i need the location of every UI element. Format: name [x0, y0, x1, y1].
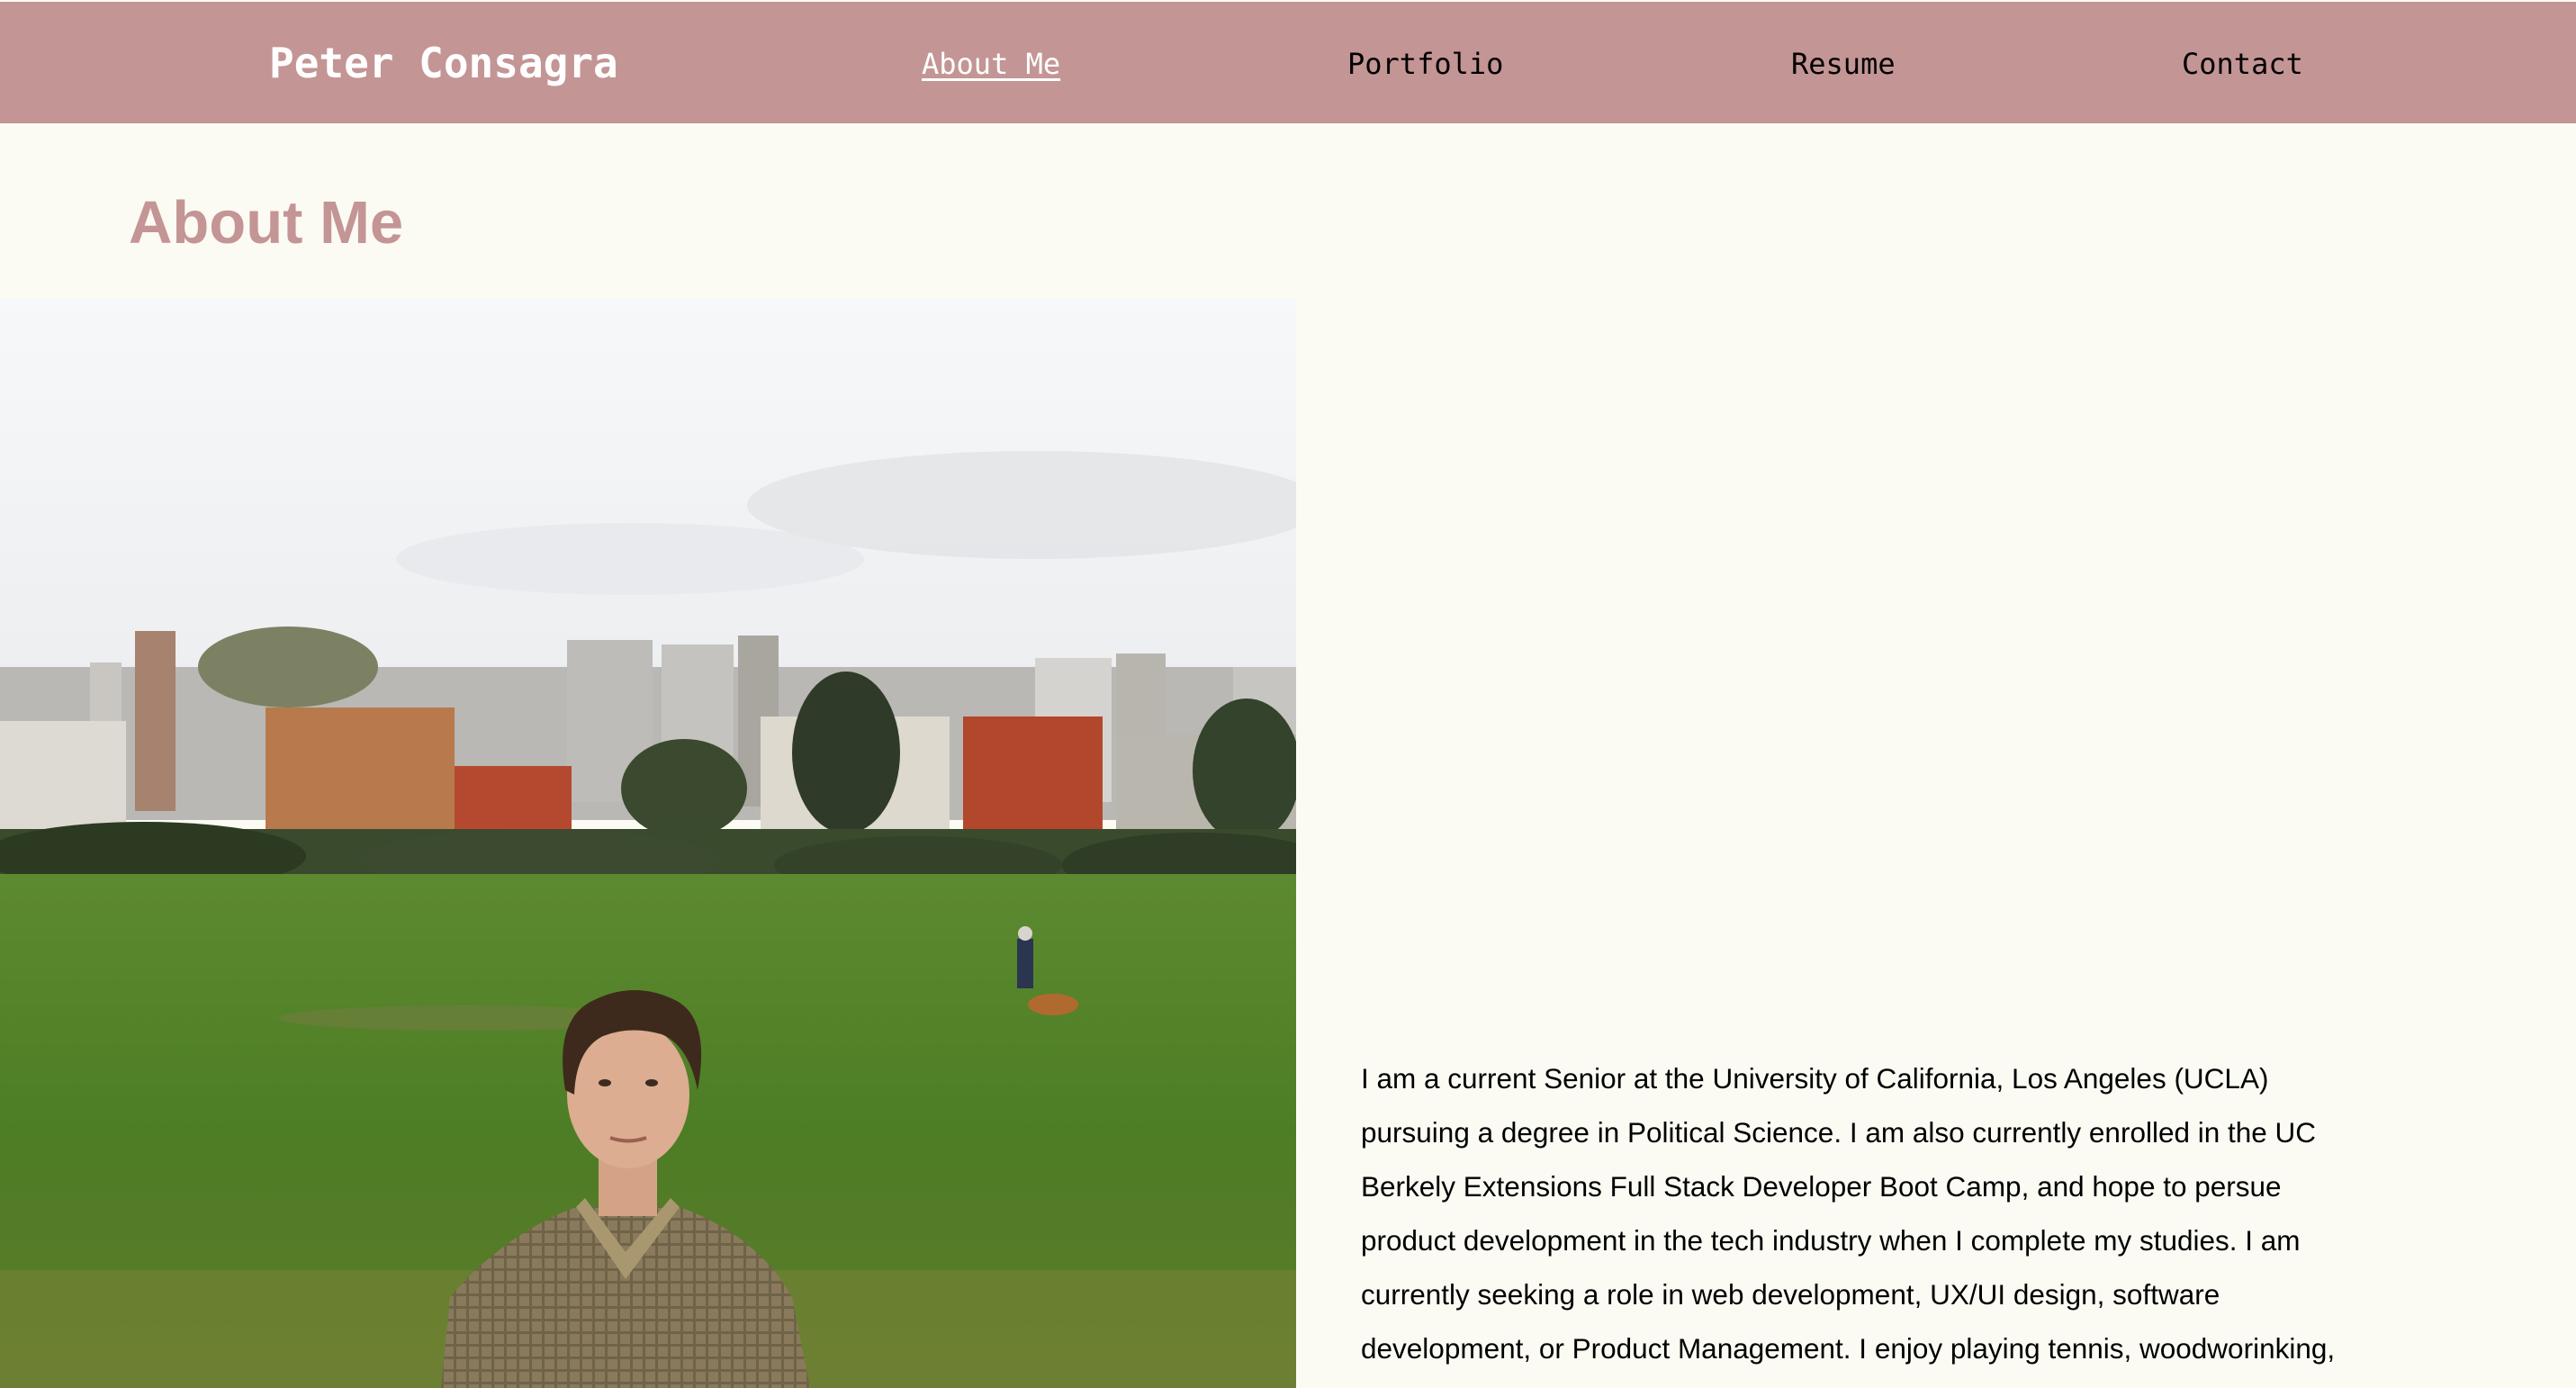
bio-line: development, or Product Management. I en…: [1361, 1332, 2336, 1365]
site-brand[interactable]: Peter Consagra: [269, 40, 618, 86]
bio-line: Berkely Extensions Full Stack Developer …: [1361, 1170, 2282, 1203]
profile-photo: [0, 298, 1296, 1388]
nav-link-about-me[interactable]: About Me: [922, 47, 1060, 81]
bio-line: pursuing a degree in Political Science. …: [1361, 1116, 2317, 1149]
page-title: About Me: [129, 189, 404, 257]
bio-line: I am a current Senior at the University …: [1361, 1062, 2269, 1095]
bio-paragraph: I am a current Senior at the University …: [1361, 1051, 2396, 1375]
profile-photo-image: [0, 298, 1296, 1388]
nav-link-resume[interactable]: Resume: [1791, 47, 1896, 81]
bio-line: currently seeking a role in web developm…: [1361, 1278, 2220, 1311]
nav-link-portfolio[interactable]: Portfolio: [1347, 47, 1503, 81]
top-navbar: Peter Consagra About Me Portfolio Resume…: [0, 2, 2576, 123]
bio-line: product development in the tech industry…: [1361, 1224, 2301, 1257]
nav-link-contact[interactable]: Contact: [2182, 47, 2303, 81]
